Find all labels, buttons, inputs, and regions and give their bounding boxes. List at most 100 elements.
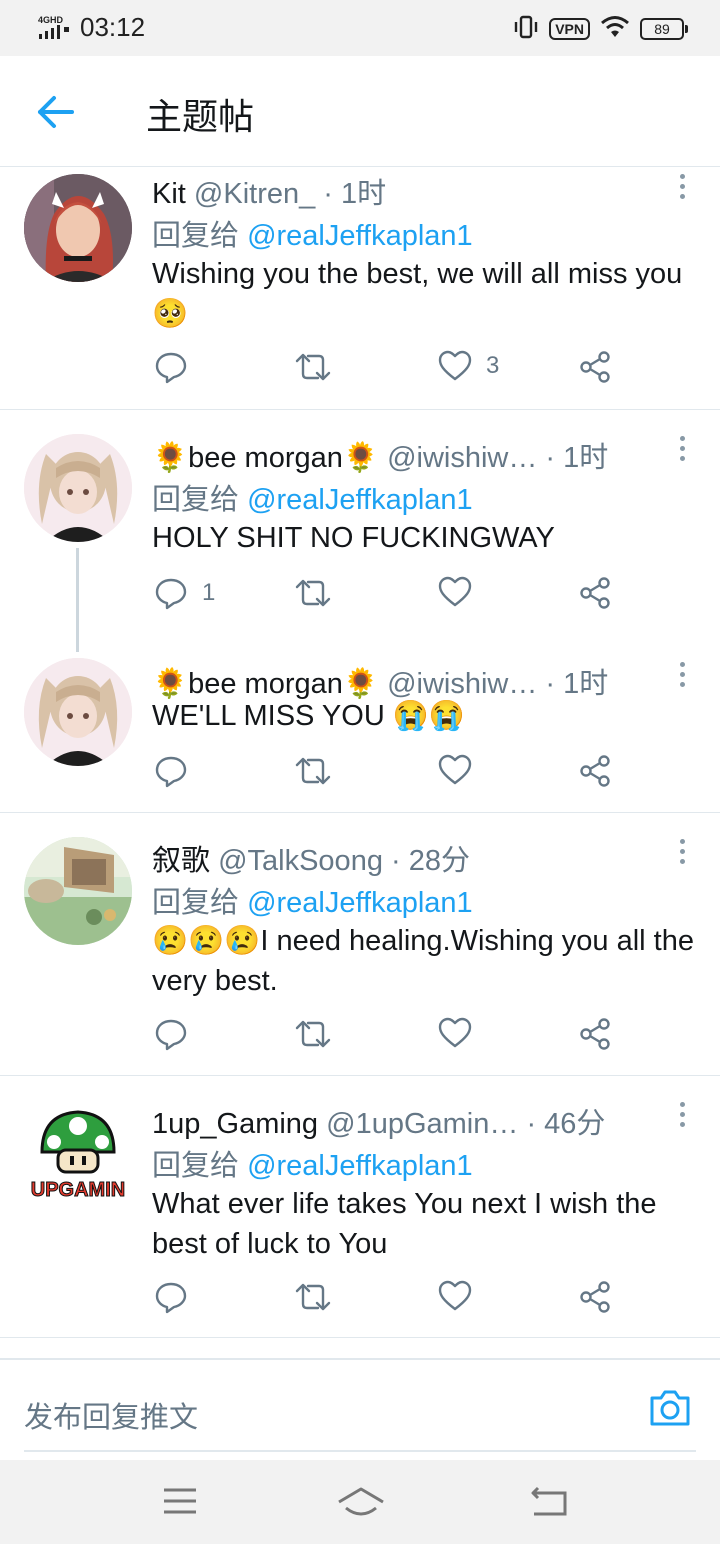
thread-line (76, 548, 79, 652)
action-bar (154, 754, 624, 794)
display-name[interactable]: Kit (152, 178, 186, 210)
reply-composer[interactable]: 发布回复推文 (0, 1358, 720, 1460)
tweet-time: · 28分 (391, 845, 470, 877)
svg-text:UPGAMIN: UPGAMIN (31, 1179, 125, 1201)
avatar[interactable] (24, 837, 132, 945)
svg-text:4GHD: 4GHD (38, 15, 64, 25)
share-button[interactable] (578, 1280, 612, 1314)
reply-button[interactable] (154, 754, 202, 788)
display-name[interactable]: 1up_Gaming (152, 1108, 318, 1140)
reply-button[interactable] (154, 350, 202, 384)
tweet-text: 😢😢😢I need healing.Wishing you all the ve… (152, 925, 694, 997)
share-icon (580, 1281, 610, 1313)
retweet-icon (295, 579, 331, 607)
share-icon (580, 351, 610, 383)
tweet[interactable]: 🌻bee morgan🌻 @iwishiw… · 1时 WE'LL MISS Y… (0, 646, 720, 812)
return-icon[interactable] (530, 1486, 568, 1522)
status-bar: 4GHD 03:12 VPN 89 (0, 0, 720, 56)
tweet[interactable]: 🌻bee morgan🌻 @iwishiw… · 1时 回复给 @realJef… (0, 410, 720, 652)
reply-button[interactable] (154, 1017, 202, 1051)
like-icon (438, 576, 472, 607)
display-name[interactable]: 叙歌 (152, 845, 210, 877)
like-button[interactable] (438, 1280, 486, 1312)
more-vert-icon[interactable] (680, 1102, 686, 1132)
tweet[interactable]: UPGAMIN 1up_Gaming @1upGamin… · 46分 回复给 … (0, 1076, 720, 1338)
share-icon (580, 577, 610, 609)
home-icon[interactable] (336, 1486, 386, 1522)
reply-icon (155, 1019, 187, 1051)
reply-icon (155, 1282, 187, 1314)
reply-mention-link[interactable]: @realJeffkaplan1 (247, 220, 473, 252)
user-handle[interactable]: @1upGamin… (326, 1108, 518, 1140)
menu-icon[interactable] (162, 1486, 198, 1520)
like-icon (438, 1280, 472, 1311)
signal-icon: 4GHD (38, 14, 72, 44)
reply-input[interactable]: 发布回复推文 (24, 1394, 198, 1436)
share-icon (580, 1018, 610, 1050)
avatar[interactable] (24, 658, 132, 766)
reply-icon (155, 578, 187, 610)
avatar[interactable] (24, 174, 132, 282)
system-nav-bar (0, 1460, 720, 1544)
page-title: 主题帖 (146, 97, 255, 138)
battery-indicator: 89 (640, 18, 688, 40)
tweet-time: · 1时 (323, 178, 387, 210)
avatar[interactable]: UPGAMIN (24, 1100, 132, 1208)
reply-button[interactable] (154, 1280, 202, 1314)
more-vert-icon[interactable] (680, 662, 686, 692)
reply-mention-link[interactable]: @realJeffkaplan1 (247, 1150, 473, 1182)
tweet-text: Wishing you the best, we will all miss y… (152, 258, 683, 330)
app-bar: 主题帖 (0, 56, 720, 167)
tweet-time: · 46分 (526, 1108, 606, 1140)
retweet-button[interactable] (294, 754, 332, 788)
tweet-text: What ever life takes You next I wish the… (152, 1188, 657, 1260)
retweet-button[interactable] (294, 1017, 332, 1051)
like-button[interactable] (438, 1017, 486, 1049)
input-underline (24, 1450, 696, 1452)
reply-mention-link[interactable]: @realJeffkaplan1 (247, 484, 473, 516)
reply-prefix: 回复给 (152, 1150, 240, 1182)
display-name[interactable]: 🌻bee morgan🌻 (152, 442, 379, 474)
tweet[interactable]: 叙歌 @TalkSoong · 28分 回复给 @realJeffkaplan1… (0, 813, 720, 1075)
more-vert-icon[interactable] (680, 839, 686, 869)
reply-icon (155, 352, 187, 384)
divider (0, 1337, 720, 1338)
like-icon (438, 754, 472, 785)
action-bar: 3 (154, 350, 624, 390)
share-button[interactable] (578, 350, 612, 384)
like-button[interactable] (438, 576, 486, 608)
like-count: 3 (486, 352, 500, 379)
reply-prefix: 回复给 (152, 220, 240, 252)
user-handle[interactable]: @Kitren_ (194, 178, 315, 210)
retweet-icon (295, 1020, 331, 1048)
like-button[interactable]: 3 (438, 350, 499, 382)
action-bar (154, 1280, 624, 1320)
more-vert-icon[interactable] (680, 174, 686, 204)
tweet-text: HOLY SHIT NO FUCKINGWAY (152, 522, 555, 554)
reply-icon (155, 756, 187, 788)
more-vert-icon[interactable] (680, 436, 686, 466)
tweet-time: · 1时 (545, 442, 609, 474)
share-button[interactable] (578, 1017, 612, 1051)
retweet-button[interactable] (294, 1280, 332, 1314)
reply-button[interactable]: 1 (154, 576, 215, 610)
user-handle[interactable]: @TalkSoong (218, 845, 383, 877)
tweet[interactable]: Kit @Kitren_ · 1时 回复给 @realJeffkaplan1 W… (0, 168, 720, 410)
back-arrow-icon[interactable] (36, 92, 76, 136)
share-button[interactable] (578, 754, 612, 788)
camera-icon[interactable] (648, 1388, 692, 1432)
reply-count: 1 (202, 579, 216, 606)
like-button[interactable] (438, 754, 486, 786)
avatar[interactable] (24, 434, 132, 542)
retweet-button[interactable] (294, 350, 332, 384)
retweet-button[interactable] (294, 576, 332, 610)
action-bar (154, 1017, 624, 1057)
user-handle[interactable]: @iwishiw… (387, 442, 537, 474)
retweet-icon (295, 1283, 331, 1311)
reply-mention-link[interactable]: @realJeffkaplan1 (247, 887, 473, 919)
like-icon (438, 1017, 472, 1048)
share-icon (580, 755, 610, 787)
vpn-badge: VPN (549, 18, 590, 40)
share-button[interactable] (578, 576, 612, 610)
tweet-text: WE'LL MISS YOU 😭😭 (152, 700, 466, 732)
